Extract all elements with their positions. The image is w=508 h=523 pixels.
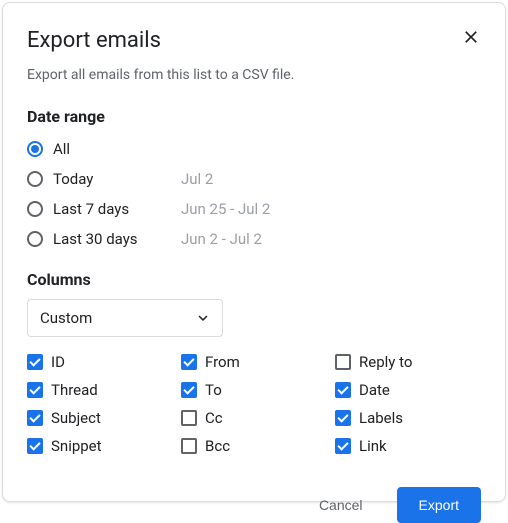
chevron-down-icon — [194, 309, 212, 327]
radio-hint: Jun 2 - Jul 2 — [181, 230, 262, 248]
check-labels[interactable]: Labels — [335, 407, 481, 429]
check-snippet[interactable]: Snippet — [27, 435, 173, 457]
check-label: Labels — [359, 409, 403, 427]
check-column: Reply to Date Labels Link — [335, 351, 481, 457]
radio-label: Last 7 days — [53, 200, 181, 218]
date-range-heading: Date range — [27, 107, 481, 126]
radio-input[interactable] — [27, 141, 43, 157]
radio-label: All — [53, 140, 181, 158]
dialog-header: Export emails — [27, 27, 481, 55]
checkbox-input[interactable] — [181, 354, 197, 370]
checkbox-input[interactable] — [335, 354, 351, 370]
radio-option-30days[interactable]: Last 30 days Jun 2 - Jul 2 — [27, 226, 481, 252]
date-range-options: All Today Jul 2 Last 7 days Jun 25 - Jul… — [27, 136, 481, 252]
check-label: Cc — [205, 409, 223, 427]
dialog-title: Export emails — [27, 27, 161, 55]
columns-preset-select[interactable]: Custom — [27, 299, 223, 337]
select-value: Custom — [40, 309, 92, 327]
check-label: Link — [359, 437, 387, 455]
check-column: ID Thread Subject Snippet — [27, 351, 173, 457]
dialog-subtitle: Export all emails from this list to a CS… — [27, 65, 481, 85]
radio-input[interactable] — [27, 231, 43, 247]
check-replyto[interactable]: Reply to — [335, 351, 481, 373]
checkbox-input[interactable] — [335, 438, 351, 454]
dialog-footer: Cancel Export — [27, 457, 481, 523]
checkbox-input[interactable] — [27, 354, 43, 370]
check-column: From To Cc Bcc — [181, 351, 327, 457]
check-thread[interactable]: Thread — [27, 379, 173, 401]
radio-option-7days[interactable]: Last 7 days Jun 25 - Jul 2 — [27, 196, 481, 222]
columns-heading: Columns — [27, 270, 481, 289]
checkbox-input[interactable] — [181, 410, 197, 426]
radio-label: Last 30 days — [53, 230, 181, 248]
check-label: ID — [51, 353, 65, 371]
checkbox-input[interactable] — [181, 382, 197, 398]
radio-hint: Jul 2 — [181, 170, 213, 188]
checkbox-input[interactable] — [27, 438, 43, 454]
date-range-section: Date range All Today Jul 2 Last 7 days J… — [27, 107, 481, 252]
radio-hint: Jun 25 - Jul 2 — [181, 200, 270, 218]
radio-input[interactable] — [27, 171, 43, 187]
check-label: Subject — [51, 409, 101, 427]
radio-option-all[interactable]: All — [27, 136, 481, 162]
close-icon — [461, 27, 481, 47]
check-label: Date — [359, 381, 390, 399]
check-label: From — [205, 353, 240, 371]
check-label: Bcc — [205, 437, 230, 455]
check-label: Snippet — [51, 437, 102, 455]
radio-input[interactable] — [27, 201, 43, 217]
check-to[interactable]: To — [181, 379, 327, 401]
columns-checkboxes: ID Thread Subject Snippet From — [27, 351, 481, 457]
cancel-button[interactable]: Cancel — [297, 487, 385, 523]
checkbox-input[interactable] — [335, 382, 351, 398]
checkbox-input[interactable] — [181, 438, 197, 454]
checkbox-input[interactable] — [27, 382, 43, 398]
checkbox-input[interactable] — [335, 410, 351, 426]
export-button[interactable]: Export — [397, 487, 481, 523]
check-label: To — [205, 381, 222, 399]
checkbox-input[interactable] — [27, 410, 43, 426]
check-subject[interactable]: Subject — [27, 407, 173, 429]
check-cc[interactable]: Cc — [181, 407, 327, 429]
check-label: Thread — [51, 381, 98, 399]
columns-section: Columns Custom ID Thread Subject — [27, 252, 481, 457]
check-id[interactable]: ID — [27, 351, 173, 373]
radio-option-today[interactable]: Today Jul 2 — [27, 166, 481, 192]
radio-label: Today — [53, 170, 181, 188]
check-link[interactable]: Link — [335, 435, 481, 457]
close-button[interactable] — [461, 27, 481, 47]
export-dialog: Export emails Export all emails from thi… — [2, 2, 506, 502]
check-date[interactable]: Date — [335, 379, 481, 401]
check-bcc[interactable]: Bcc — [181, 435, 327, 457]
check-from[interactable]: From — [181, 351, 327, 373]
check-label: Reply to — [359, 353, 412, 371]
